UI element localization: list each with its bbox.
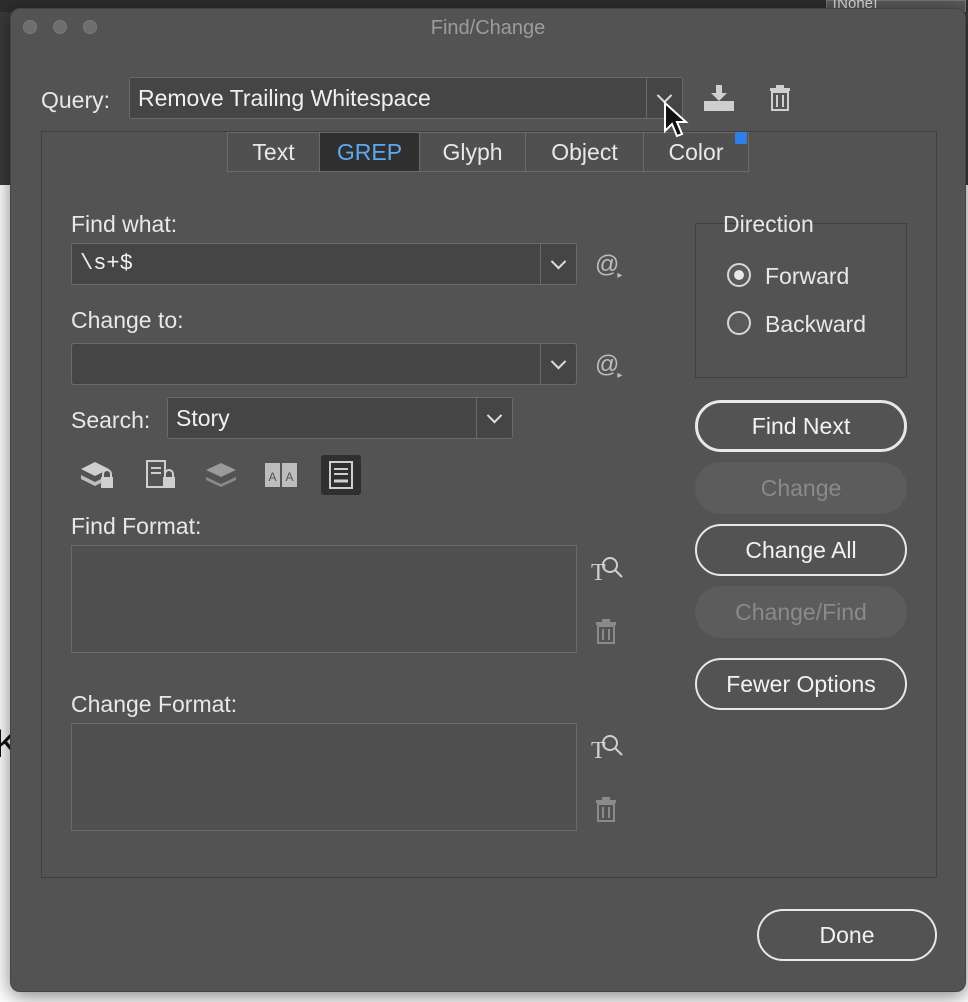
fewer-options-button[interactable]: Fewer Options <box>695 658 907 710</box>
tab-text[interactable]: Text <box>228 133 320 171</box>
svg-text:A: A <box>268 470 276 484</box>
include-footnotes-icon[interactable] <box>321 455 361 495</box>
include-locked-layers-icon[interactable] <box>77 455 117 495</box>
find-what-dropdown-button[interactable] <box>540 244 576 284</box>
tab-glyph[interactable]: Glyph <box>420 133 526 171</box>
done-button[interactable]: Done <box>757 909 937 961</box>
at-sign-icon: @ <box>595 251 620 278</box>
clear-find-format-icon[interactable] <box>591 617 621 647</box>
search-label: Search: <box>71 407 151 433</box>
chevron-down-icon <box>486 407 503 423</box>
change-format-label: Change Format: <box>71 691 238 717</box>
search-dropdown-button[interactable] <box>476 398 512 438</box>
mouse-pointer-icon <box>663 100 689 144</box>
include-hidden-layers-icon[interactable] <box>201 455 241 495</box>
find-special-characters-icon[interactable]: @▸ <box>595 251 624 281</box>
backward-label[interactable]: Backward <box>765 311 866 338</box>
find-format-label: Find Format: <box>71 513 202 539</box>
clear-change-format-icon[interactable] <box>591 795 621 825</box>
tab-color[interactable]: Color <box>644 133 748 171</box>
change-find-button[interactable]: Change/Find <box>695 586 907 638</box>
specify-change-format-icon[interactable]: T <box>589 731 625 763</box>
change-special-characters-icon[interactable]: @▸ <box>595 351 624 381</box>
title-bar: Find/Change <box>11 9 965 47</box>
tab-grep[interactable]: GREP <box>320 133 420 171</box>
svg-text:A: A <box>285 470 293 484</box>
at-sign-icon: @ <box>595 351 620 378</box>
trash-icon[interactable] <box>763 81 797 115</box>
find-what-field[interactable]: \s+$ <box>71 243 577 285</box>
forward-label[interactable]: Forward <box>765 263 849 290</box>
change-to-label: Change to: <box>71 307 184 333</box>
search-select[interactable]: Story <box>167 397 513 439</box>
include-master-pages-icon[interactable]: A A <box>261 455 301 495</box>
change-to-field[interactable] <box>71 343 577 385</box>
chevron-down-icon <box>550 353 567 369</box>
change-to-dropdown-button[interactable] <box>540 344 576 384</box>
find-next-button[interactable]: Find Next <box>695 400 907 452</box>
change-button[interactable]: Change <box>695 462 907 514</box>
chevron-down-icon <box>550 253 567 269</box>
direction-label: Direction <box>723 211 814 237</box>
specify-find-format-icon[interactable]: T <box>589 553 625 585</box>
color-tab-indicator <box>735 132 747 144</box>
find-what-value: \s+$ <box>80 251 133 276</box>
change-format-box[interactable] <box>71 723 577 831</box>
change-all-button[interactable]: Change All <box>695 524 907 576</box>
find-format-box[interactable] <box>71 545 577 653</box>
forward-radio[interactable] <box>727 263 751 287</box>
window-title: Find/Change <box>430 17 546 39</box>
save-query-icon[interactable] <box>699 81 739 115</box>
tab-object[interactable]: Object <box>526 133 644 171</box>
include-locked-stories-icon[interactable] <box>141 455 181 495</box>
find-change-dialog: Find/Change Query: Remove Trailing White… <box>10 8 966 992</box>
query-select[interactable]: Remove Trailing Whitespace <box>129 77 683 119</box>
query-label: Query: <box>41 87 111 113</box>
backward-radio[interactable] <box>727 311 751 335</box>
search-value: Story <box>176 405 230 431</box>
find-what-label: Find what: <box>71 211 178 237</box>
query-value: Remove Trailing Whitespace <box>138 85 431 111</box>
direction-group <box>695 223 907 378</box>
